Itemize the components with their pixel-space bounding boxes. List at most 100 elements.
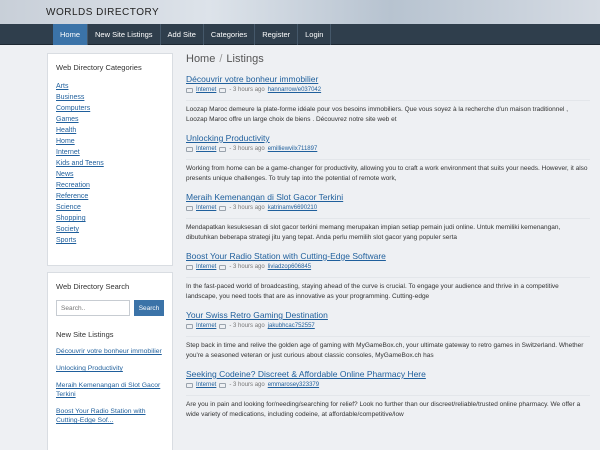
category-link-reference[interactable]: Reference (56, 191, 164, 202)
nav-login[interactable]: Login (298, 24, 332, 45)
new-listing-link[interactable]: Unlocking Productivity (56, 364, 164, 373)
listing-title-link[interactable]: Meraih Kemenangan di Slot Gacor Terkini (186, 192, 590, 203)
nav-new-site-listings[interactable]: New Site Listings (88, 24, 161, 45)
category-link-shopping[interactable]: Shopping (56, 213, 164, 224)
listing-category-link[interactable]: Internet (196, 381, 216, 390)
listings: Découvrir votre bonheur immobilier Intern… (186, 74, 590, 420)
listing-title-link[interactable]: Unlocking Productivity (186, 133, 590, 144)
category-link-sports[interactable]: Sports (56, 235, 164, 246)
listing-description: Step back in time and relive the golden … (186, 336, 590, 361)
folder-icon (186, 147, 193, 152)
category-link-home[interactable]: Home (56, 136, 164, 147)
listing-description: Loozap Maroc demeure la plate-forme idéa… (186, 100, 590, 125)
category-link-recreation[interactable]: Recreation (56, 180, 164, 191)
clock-icon (219, 206, 227, 211)
listing-meta: Internet - 3 hours ago emilliewvilx711897 (186, 145, 590, 154)
nav-register[interactable]: Register (255, 24, 299, 45)
listing-category-link[interactable]: Internet (196, 263, 216, 272)
listing-title-link[interactable]: Découvrir votre bonheur immobilier (186, 74, 590, 85)
category-link-arts[interactable]: Arts (56, 81, 164, 92)
listing-user-link[interactable]: liviadzop606845 (268, 263, 311, 272)
listing-description: In the fast-paced world of broadcasting,… (186, 277, 590, 302)
new-listing-link[interactable]: Découvrir votre bonheur immobilier (56, 347, 164, 356)
listing-time: - 3 hours ago (229, 87, 265, 93)
listing-user-link[interactable]: katrinamv6690210 (268, 204, 317, 213)
listing-title-link[interactable]: Your Swiss Retro Gaming Destination (186, 310, 590, 321)
search-row: Search (56, 300, 164, 316)
category-link-news[interactable]: News (56, 169, 164, 180)
nav-add-site[interactable]: Add Site (161, 24, 204, 45)
categories-panel: Web Directory Categories Arts Business Com… (47, 53, 173, 266)
breadcrumb: Home / Listings (186, 53, 590, 69)
category-link-society[interactable]: Society (56, 224, 164, 235)
listing-description: Are you in pain and looking for/needing/… (186, 395, 590, 420)
category-link-computers[interactable]: Computers (56, 103, 164, 114)
folder-icon (186, 88, 193, 93)
breadcrumb-home[interactable]: Home (186, 53, 215, 65)
listing-description: Working from home can be a game-changer … (186, 159, 590, 184)
nav-list: Home New Site Listings Add Site Categories R… (53, 24, 332, 45)
listing-title-link[interactable]: Seeking Codeine? Discreet & Affordable O… (186, 369, 590, 380)
listing-meta: Internet - 3 hours ago liviadzop606845 (186, 263, 590, 272)
search-input[interactable] (56, 300, 130, 316)
listing-time: - 3 hours ago (229, 146, 265, 152)
listing-item: Unlocking Productivity Internet - 3 hours … (186, 133, 590, 184)
listing-meta: Internet - 3 hours ago emmarosey323379 (186, 381, 590, 390)
listing-category-link[interactable]: Internet (196, 204, 216, 213)
nav-home[interactable]: Home (53, 24, 89, 45)
category-link-science[interactable]: Science (56, 202, 164, 213)
listing-item: Découvrir votre bonheur immobilier Intern… (186, 74, 590, 125)
listing-item: Meraih Kemenangan di Slot Gacor Terkini I… (186, 192, 590, 243)
listing-time: - 3 hours ago (229, 382, 265, 388)
listing-category-link[interactable]: Internet (196, 145, 216, 154)
listing-item: Boost Your Radio Station with Cutting-Ed… (186, 251, 590, 302)
listing-user-link[interactable]: jakubhcac752557 (268, 322, 315, 331)
sidebar: Web Directory Categories Arts Business Com… (47, 53, 173, 450)
listing-user-link[interactable]: hannarrow/e037042 (268, 86, 321, 95)
clock-icon (219, 147, 227, 152)
listing-title-link[interactable]: Boost Your Radio Station with Cutting-Ed… (186, 251, 590, 262)
new-listing-link[interactable]: Boost Your Radio Station with Cutting-Ed… (56, 407, 164, 425)
category-link-games[interactable]: Games (56, 114, 164, 125)
categories-list: Arts Business Computers Games Health Home Inte… (56, 81, 164, 246)
category-link-internet[interactable]: Internet (56, 147, 164, 158)
main-navbar: Home New Site Listings Add Site Categories R… (0, 24, 600, 45)
main-content: Home / Listings Découvrir votre bonheur im… (186, 53, 590, 450)
folder-icon (186, 265, 193, 270)
clock-icon (219, 324, 227, 329)
category-link-kids-and-teens[interactable]: Kids and Teens (56, 158, 164, 169)
new-listings-title: New Site Listings (56, 330, 114, 339)
listing-user-link[interactable]: emilliewvilx711897 (268, 145, 318, 154)
category-link-business[interactable]: Business (56, 92, 164, 103)
search-panel: Web Directory Search Search New Site Lis… (47, 272, 173, 450)
listing-description: Mendapatkan kesuksesan di slot gacor ter… (186, 218, 590, 243)
site-header: WORLDS DIRECTORY (0, 0, 600, 24)
clock-icon (219, 383, 227, 388)
listing-category-link[interactable]: Internet (196, 322, 216, 331)
search-button[interactable]: Search (134, 300, 164, 316)
listing-meta: Internet - 3 hours ago hannarrow/e037042 (186, 86, 590, 95)
listing-meta: Internet - 3 hours ago katrinamv6690210 (186, 204, 590, 213)
folder-icon (186, 206, 193, 211)
folder-icon (186, 324, 193, 329)
new-listings-list: Découvrir votre bonheur immobilier Unlock… (56, 347, 164, 425)
new-listing-link[interactable]: Meraih Kemenangan di Slot Gacor Terkini (56, 381, 164, 399)
breadcrumb-current: Listings (226, 53, 264, 65)
breadcrumb-separator: / (219, 53, 223, 65)
site-title[interactable]: WORLDS DIRECTORY (46, 7, 159, 18)
categories-title: Web Directory Categories (56, 63, 142, 72)
listing-item: Your Swiss Retro Gaming Destination Inter… (186, 310, 590, 361)
nav-categories[interactable]: Categories (204, 24, 256, 45)
clock-icon (219, 88, 227, 93)
search-title: Web Directory Search (56, 282, 130, 291)
listing-time: - 3 hours ago (229, 264, 265, 270)
listing-category-link[interactable]: Internet (196, 86, 216, 95)
category-link-health[interactable]: Health (56, 125, 164, 136)
listing-item: Seeking Codeine? Discreet & Affordable O… (186, 369, 590, 420)
clock-icon (219, 265, 227, 270)
folder-icon (186, 383, 193, 388)
listing-meta: Internet - 3 hours ago jakubhcac752557 (186, 322, 590, 331)
listing-time: - 3 hours ago (229, 323, 265, 329)
listing-user-link[interactable]: emmarosey323379 (268, 381, 319, 390)
listing-time: - 3 hours ago (229, 205, 265, 211)
